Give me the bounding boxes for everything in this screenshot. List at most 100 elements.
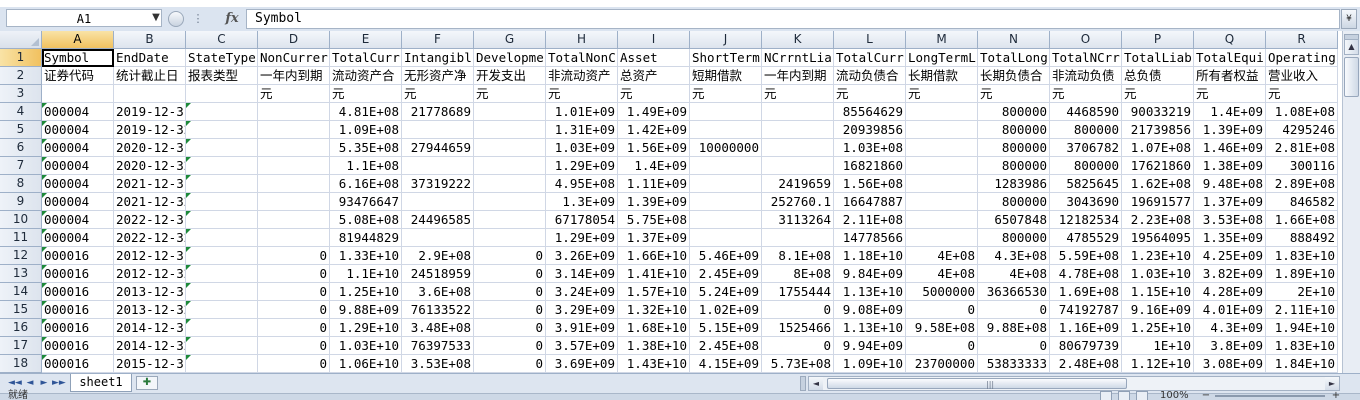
- cell-q13[interactable]: 3.82E+09: [1194, 265, 1266, 283]
- cell-j1[interactable]: ShortTerm: [690, 49, 762, 67]
- cell-o3[interactable]: 元: [1050, 85, 1122, 103]
- cell-l5[interactable]: 20939856: [834, 121, 906, 139]
- cell-i11[interactable]: 1.37E+09: [618, 229, 690, 247]
- cell-e1[interactable]: TotalCurr: [330, 49, 402, 67]
- cell-f6[interactable]: 27944659: [402, 139, 474, 157]
- cell-c12[interactable]: [186, 247, 258, 265]
- cell-h12[interactable]: 3.26E+09: [546, 247, 618, 265]
- cell-p16[interactable]: 1.25E+10: [1122, 319, 1194, 337]
- cell-q4[interactable]: 1.4E+09: [1194, 103, 1266, 121]
- cell-f7[interactable]: [402, 157, 474, 175]
- cell-e7[interactable]: 1.1E+08: [330, 157, 402, 175]
- cell-j4[interactable]: [690, 103, 762, 121]
- column-header-m[interactable]: M: [906, 31, 978, 49]
- cell-c6[interactable]: [186, 139, 258, 157]
- row-header[interactable]: 3: [0, 85, 42, 103]
- cell-g3[interactable]: 元: [474, 85, 546, 103]
- cell-e17[interactable]: 1.03E+10: [330, 337, 402, 355]
- page-break-view-button[interactable]: [1136, 391, 1148, 400]
- cell-o8[interactable]: 5825645: [1050, 175, 1122, 193]
- cell-n6[interactable]: 800000: [978, 139, 1050, 157]
- row-header[interactable]: 9: [0, 193, 42, 211]
- cell-g15[interactable]: 0: [474, 301, 546, 319]
- cell-j9[interactable]: [690, 193, 762, 211]
- cell-f17[interactable]: 76397533: [402, 337, 474, 355]
- cell-h13[interactable]: 3.14E+09: [546, 265, 618, 283]
- cell-b17[interactable]: 2014-12-32: [114, 337, 186, 355]
- cell-i8[interactable]: 1.11E+09: [618, 175, 690, 193]
- cell-j13[interactable]: 2.45E+09: [690, 265, 762, 283]
- row-header[interactable]: 17: [0, 337, 42, 355]
- cell-f4[interactable]: 21778689: [402, 103, 474, 121]
- cell-c5[interactable]: [186, 121, 258, 139]
- row-header[interactable]: 18: [0, 355, 42, 373]
- cell-j5[interactable]: [690, 121, 762, 139]
- column-header-l[interactable]: L: [834, 31, 906, 49]
- cell-q9[interactable]: 1.37E+09: [1194, 193, 1266, 211]
- row-header[interactable]: 11: [0, 229, 42, 247]
- cell-g5[interactable]: [474, 121, 546, 139]
- cell-d1[interactable]: NonCurrer: [258, 49, 330, 67]
- cell-q8[interactable]: 9.48E+08: [1194, 175, 1266, 193]
- cell-g16[interactable]: 0: [474, 319, 546, 337]
- cell-p4[interactable]: 90033219: [1122, 103, 1194, 121]
- cell-i3[interactable]: 元: [618, 85, 690, 103]
- cell-f3[interactable]: 元: [402, 85, 474, 103]
- cell-m18[interactable]: 23700000: [906, 355, 978, 373]
- cell-n16[interactable]: 9.88E+08: [978, 319, 1050, 337]
- cell-l4[interactable]: 85564629: [834, 103, 906, 121]
- cell-n7[interactable]: 800000: [978, 157, 1050, 175]
- cell-j12[interactable]: 5.46E+09: [690, 247, 762, 265]
- cell-b4[interactable]: 2019-12-31: [114, 103, 186, 121]
- cell-e13[interactable]: 1.1E+10: [330, 265, 402, 283]
- cell-g13[interactable]: 0: [474, 265, 546, 283]
- name-box-dropdown-icon[interactable]: ▼: [151, 11, 161, 25]
- cell-q10[interactable]: 3.53E+08: [1194, 211, 1266, 229]
- cell-a2[interactable]: 证券代码: [42, 67, 114, 85]
- cell-n10[interactable]: 6507848: [978, 211, 1050, 229]
- cell-c17[interactable]: [186, 337, 258, 355]
- cell-l16[interactable]: 1.13E+10: [834, 319, 906, 337]
- column-header-e[interactable]: E: [330, 31, 402, 49]
- cell-d15[interactable]: 0: [258, 301, 330, 319]
- worksheet-grid[interactable]: ABCDEFGHIJKLMNOPQR 1 Symbol EndDate StateTy…: [0, 31, 1342, 373]
- cell-b2[interactable]: 统计截止日: [114, 67, 186, 85]
- cell-b18[interactable]: 2015-12-31: [114, 355, 186, 373]
- cell-n8[interactable]: 1283986: [978, 175, 1050, 193]
- cell-n12[interactable]: 4.3E+08: [978, 247, 1050, 265]
- cell-m16[interactable]: 9.58E+08: [906, 319, 978, 337]
- cell-a11[interactable]: 000004: [42, 229, 114, 247]
- cell-i15[interactable]: 1.32E+10: [618, 301, 690, 319]
- cell-d11[interactable]: [258, 229, 330, 247]
- cell-b3[interactable]: [114, 85, 186, 103]
- cell-q17[interactable]: 3.8E+09: [1194, 337, 1266, 355]
- cell-h3[interactable]: 元: [546, 85, 618, 103]
- cell-e12[interactable]: 1.33E+10: [330, 247, 402, 265]
- cell-i13[interactable]: 1.41E+10: [618, 265, 690, 283]
- page-layout-view-button[interactable]: [1118, 391, 1130, 400]
- cell-a16[interactable]: 000016: [42, 319, 114, 337]
- cell-q6[interactable]: 1.46E+09: [1194, 139, 1266, 157]
- cell-f1[interactable]: Intangibl: [402, 49, 474, 67]
- cell-l7[interactable]: 16821860: [834, 157, 906, 175]
- cell-k8[interactable]: 2419659: [762, 175, 834, 193]
- cell-d14[interactable]: 0: [258, 283, 330, 301]
- row-header[interactable]: 15: [0, 301, 42, 319]
- cell-r3[interactable]: 元: [1266, 85, 1338, 103]
- cell-p10[interactable]: 2.23E+08: [1122, 211, 1194, 229]
- cell-h11[interactable]: 1.29E+09: [546, 229, 618, 247]
- cell-k13[interactable]: 8E+08: [762, 265, 834, 283]
- cell-p8[interactable]: 1.62E+08: [1122, 175, 1194, 193]
- last-sheet-button[interactable]: ►►: [52, 376, 66, 390]
- column-header-b[interactable]: B: [114, 31, 186, 49]
- cell-g8[interactable]: [474, 175, 546, 193]
- cell-d8[interactable]: [258, 175, 330, 193]
- cell-d4[interactable]: [258, 103, 330, 121]
- cell-p3[interactable]: 元: [1122, 85, 1194, 103]
- row-header[interactable]: 5: [0, 121, 42, 139]
- cell-i14[interactable]: 1.57E+10: [618, 283, 690, 301]
- cell-c4[interactable]: [186, 103, 258, 121]
- horizontal-scroll-thumb[interactable]: |||: [827, 378, 1127, 389]
- cell-i16[interactable]: 1.68E+10: [618, 319, 690, 337]
- cell-p7[interactable]: 17621860: [1122, 157, 1194, 175]
